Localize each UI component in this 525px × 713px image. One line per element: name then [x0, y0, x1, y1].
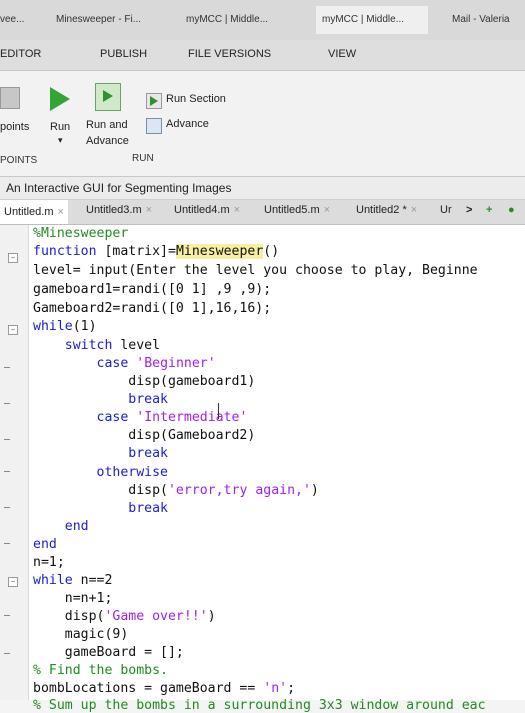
code-line[interactable]: break: [33, 501, 168, 516]
editor-gutter: − − −: [0, 225, 29, 700]
ribbon-toolstrip: points Run ▾ Run and Advance Run Section…: [0, 71, 525, 177]
code-line[interactable]: disp('Game over!!'): [33, 609, 216, 624]
code-line[interactable]: gameboard1=randi([0 1] ,9 ,9);: [33, 282, 271, 297]
editor-tab-label: Ur: [440, 204, 452, 216]
run-section-label: RUN: [132, 153, 154, 164]
browser-tab-strip: vee... Minesweeper - Fi... myMCC | Middl…: [0, 0, 525, 40]
code-line[interactable]: Gameboard2=randi([0 1],16,16);: [33, 301, 271, 316]
gutter-mark: [4, 543, 10, 544]
browser-tab[interactable]: Minesweeper - Fi...: [56, 6, 174, 34]
code-editor[interactable]: − − − %Minesweeper function [matrix]=Mine…: [0, 225, 525, 713]
run-dropdown-icon[interactable]: ▾: [58, 135, 63, 146]
browser-tab[interactable]: myMCC | Middle...: [186, 6, 296, 34]
run-and-advance-label-1[interactable]: Run and: [86, 119, 128, 131]
fold-toggle-icon[interactable]: −: [8, 325, 18, 335]
code-line[interactable]: disp(gameboard1): [33, 374, 255, 389]
gutter-mark: [4, 507, 10, 508]
close-icon[interactable]: ×: [146, 204, 152, 216]
code-line[interactable]: bombLocations = gameBoard == 'n';: [33, 681, 295, 696]
gutter-mark: [4, 653, 10, 654]
run-button[interactable]: Run: [50, 121, 70, 133]
gutter-mark: [4, 615, 10, 616]
editor-tab[interactable]: Ur: [440, 204, 452, 216]
ribbon-tabs: EDITOR PUBLISH FILE VERSIONS VIEW: [0, 40, 525, 71]
close-icon[interactable]: ×: [411, 204, 417, 216]
code-line[interactable]: end: [33, 537, 57, 552]
fold-toggle-icon[interactable]: −: [8, 577, 18, 587]
code-line[interactable]: level= input(Enter the level you choose …: [33, 263, 478, 278]
tab-file-versions[interactable]: FILE VERSIONS: [188, 48, 271, 60]
editor-tab-label: Untitled4.m: [174, 204, 230, 216]
gutter-mark: [4, 367, 10, 368]
advance-button[interactable]: Advance: [166, 118, 209, 130]
run-and-advance-label-2[interactable]: Advance: [86, 135, 129, 147]
code-line[interactable]: disp(Gameboard2): [33, 428, 255, 443]
close-icon[interactable]: ×: [58, 206, 64, 218]
code-line[interactable]: case 'Intermediate': [33, 410, 248, 425]
run-and-advance-icon[interactable]: [95, 83, 121, 111]
code-line[interactable]: while n==2: [33, 573, 112, 588]
code-line[interactable]: end: [33, 519, 89, 534]
editor-tab[interactable]: Untitled2 * ×: [356, 204, 417, 216]
editor-tab-label: Untitled.m: [4, 206, 54, 218]
editor-tab-label: Untitled3.m: [86, 204, 142, 216]
gutter-mark: [4, 439, 10, 440]
code-line[interactable]: gameBoard = [];: [33, 645, 184, 660]
code-line[interactable]: % Sum up the bombs in a surrounding 3x3 …: [33, 698, 486, 713]
fold-toggle-icon[interactable]: −: [8, 253, 18, 263]
browser-tab[interactable]: vee...: [0, 6, 52, 34]
close-icon[interactable]: ×: [234, 204, 240, 216]
code-line[interactable]: disp('error,try again,'): [33, 483, 319, 498]
run-section-icon[interactable]: [146, 93, 162, 109]
code-line[interactable]: %Minesweeper: [33, 226, 128, 241]
breakpoints-icon[interactable]: [0, 87, 20, 109]
breakpoints-label[interactable]: points: [0, 121, 29, 133]
gutter-mark: [4, 471, 10, 472]
tab-editor[interactable]: EDITOR: [0, 48, 41, 60]
tab-publish[interactable]: PUBLISH: [100, 48, 147, 60]
close-icon[interactable]: ×: [324, 204, 330, 216]
run-section-button[interactable]: Run Section: [166, 93, 226, 105]
points-section-label: POINTS: [0, 155, 38, 166]
browser-tab-active[interactable]: myMCC | Middle...: [316, 6, 428, 34]
tab-options-icon[interactable]: ●: [508, 204, 515, 216]
editor-tab-label: Untitled2 *: [356, 204, 407, 216]
advance-icon[interactable]: [146, 118, 162, 134]
document-title: An Interactive GUI for Segmenting Images: [6, 181, 232, 195]
code-line[interactable]: case 'Beginner': [33, 356, 216, 371]
editor-tab[interactable]: Untitled4.m ×: [174, 204, 240, 216]
code-line[interactable]: n=1;: [33, 555, 65, 570]
add-tab-icon[interactable]: +: [486, 204, 492, 216]
code-line[interactable]: function [matrix]=Minesweeper(): [33, 244, 279, 259]
gutter-mark: [4, 403, 10, 404]
document-title-bar: An Interactive GUI for Segmenting Images: [0, 177, 525, 200]
editor-tab[interactable]: Untitled3.m ×: [86, 204, 152, 216]
code-line[interactable]: break: [33, 446, 168, 461]
browser-tab[interactable]: Mail - Valeria: [452, 6, 525, 34]
code-line[interactable]: switch level: [33, 338, 160, 353]
editor-tab-label: Untitled5.m: [264, 204, 320, 216]
editor-tab[interactable]: Untitled5.m ×: [264, 204, 330, 216]
code-line[interactable]: n=n+1;: [33, 591, 113, 606]
code-line[interactable]: magic(9): [33, 627, 129, 642]
run-icon[interactable]: [50, 87, 70, 111]
code-line[interactable]: while(1): [33, 319, 97, 334]
code-line[interactable]: break: [33, 392, 168, 407]
code-line[interactable]: % Find the bombs.: [33, 663, 168, 678]
editor-tab-active[interactable]: Untitled.m ×: [0, 200, 68, 224]
editor-tabs: Untitled.m × Untitled3.m × Untitled4.m × Un…: [0, 200, 525, 225]
tab-view[interactable]: VIEW: [328, 48, 356, 60]
code-line[interactable]: otherwise: [33, 465, 168, 480]
more-tabs-icon[interactable]: >: [466, 204, 472, 216]
text-cursor: [218, 403, 219, 419]
